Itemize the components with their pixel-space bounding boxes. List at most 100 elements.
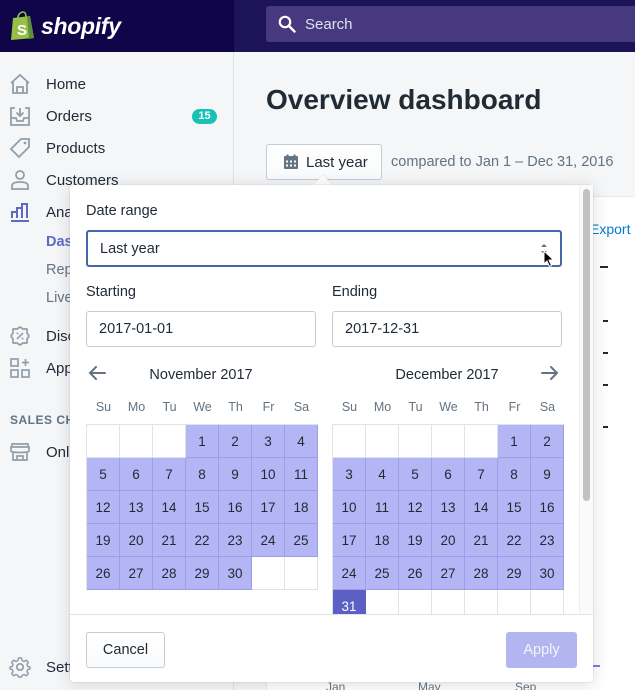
date-range-label: Date range	[86, 203, 158, 219]
calendar-day[interactable]: 3	[333, 458, 366, 491]
calendar-day[interactable]: 27	[120, 557, 153, 590]
calendar-day[interactable]: 18	[285, 491, 318, 524]
calendar-day[interactable]: 7	[465, 458, 498, 491]
calendar-day[interactable]: 24	[252, 524, 285, 557]
calendar-day[interactable]: 9	[531, 458, 564, 491]
search-input[interactable]: Search	[266, 6, 635, 42]
weekday-header: Su Mo Tu We Th Fr Sa	[87, 400, 318, 414]
sidebar-item-products[interactable]: Products	[0, 132, 234, 164]
calendar-day[interactable]: 26	[399, 557, 432, 590]
calendar-day[interactable]: 8	[186, 458, 219, 491]
calendar-day[interactable]: 15	[498, 491, 531, 524]
calendar-day[interactable]: 21	[465, 524, 498, 557]
calendar-day[interactable]: 2	[219, 425, 252, 458]
weekday-label: Fr	[262, 400, 275, 414]
calendar-empty-cell	[252, 557, 285, 590]
scrollbar-thumb[interactable]	[583, 189, 590, 501]
calendar-day[interactable]: 5	[87, 458, 120, 491]
weekday-header: Su Mo Tu We Th Fr Sa	[333, 400, 564, 414]
weekday-label: We	[439, 400, 458, 414]
weekday-label: Fr	[508, 400, 521, 414]
calendar-day[interactable]: 20	[120, 524, 153, 557]
calendar-day[interactable]: 30	[219, 557, 252, 590]
calendar-day[interactable]: 23	[531, 524, 564, 557]
calendar-day[interactable]: 22	[498, 524, 531, 557]
discount-icon	[10, 326, 30, 346]
popover-footer: Cancel Apply	[70, 614, 593, 682]
svg-text:S: S	[17, 22, 27, 39]
comparison-text: compared to Jan 1 – Dec 31, 2016	[391, 154, 614, 170]
calendar-day[interactable]: 1	[186, 425, 219, 458]
cancel-button[interactable]: Cancel	[86, 632, 165, 668]
calendar-day[interactable]: 30	[531, 557, 564, 590]
calendar-day[interactable]: 19	[399, 524, 432, 557]
calendar-empty-cell	[465, 425, 498, 458]
starting-date-input[interactable]: 2017-01-01	[86, 311, 316, 347]
calendar-day[interactable]: 2	[531, 425, 564, 458]
calendar-day[interactable]: 10	[333, 491, 366, 524]
calendar-day[interactable]: 5	[399, 458, 432, 491]
calendar-day[interactable]: 13	[120, 491, 153, 524]
calendar-day[interactable]: 17	[252, 491, 285, 524]
calendar-icon	[284, 154, 298, 169]
calendar-day[interactable]: 11	[366, 491, 399, 524]
calendar-day[interactable]: 21	[153, 524, 186, 557]
shopify-bag-icon: S	[11, 11, 34, 40]
calendar-day[interactable]: 12	[87, 491, 120, 524]
calendar-day[interactable]: 1	[498, 425, 531, 458]
popover-scrollbar[interactable]	[579, 185, 593, 614]
calendar-day[interactable]: 9	[219, 458, 252, 491]
calendar-day[interactable]: 28	[465, 557, 498, 590]
sidebar-item-home[interactable]: Home	[0, 68, 234, 100]
calendar-day[interactable]: 12	[399, 491, 432, 524]
search-icon	[278, 15, 296, 33]
calendar-day[interactable]: 15	[186, 491, 219, 524]
calendar-day[interactable]: 11	[285, 458, 318, 491]
sidebar-item-label: Orders	[46, 107, 92, 125]
calendar-day[interactable]: 14	[153, 491, 186, 524]
calendar-day[interactable]: 13	[432, 491, 465, 524]
calendar-day[interactable]: 8	[498, 458, 531, 491]
calendar-day[interactable]: 20	[432, 524, 465, 557]
shopify-logo[interactable]: S shopify	[0, 0, 234, 52]
date-range-popover: Date range Last year Starting Ending 201…	[70, 185, 593, 682]
ending-date-input[interactable]: 2017-12-31	[332, 311, 562, 347]
date-range-select[interactable]: Last year	[86, 230, 562, 267]
calendar-day[interactable]: 28	[153, 557, 186, 590]
calendar-day[interactable]: 24	[333, 557, 366, 590]
calendar-day[interactable]: 23	[219, 524, 252, 557]
gear-icon	[9, 657, 31, 678]
sidebar-item-label: Products	[46, 139, 106, 157]
calendar-day[interactable]: 25	[366, 557, 399, 590]
page-title: Overview dashboard	[266, 84, 542, 115]
calendar-day[interactable]: 29	[186, 557, 219, 590]
calendar-day[interactable]: 14	[465, 491, 498, 524]
calendar-day[interactable]: 16	[531, 491, 564, 524]
calendar-day[interactable]: 26	[87, 557, 120, 590]
apply-button[interactable]: Apply	[506, 632, 577, 668]
calendar-day[interactable]: 6	[120, 458, 153, 491]
calendar-day[interactable]: 18	[366, 524, 399, 557]
date-range-button[interactable]: Last year	[266, 144, 382, 180]
orders-count-badge: 15	[192, 108, 217, 124]
ending-date-value: 2017-12-31	[345, 321, 420, 337]
calendar-day[interactable]: 4	[285, 425, 318, 458]
sidebar-item-orders[interactable]: Orders 15	[0, 100, 234, 132]
calendar-day[interactable]: 22	[186, 524, 219, 557]
export-link[interactable]: Export	[590, 221, 630, 237]
calendar-day[interactable]: 16	[219, 491, 252, 524]
weekday-label: Sa	[539, 400, 556, 414]
calendar-day[interactable]: 17	[333, 524, 366, 557]
calendar-day[interactable]: 4	[366, 458, 399, 491]
calendar-day[interactable]: 10	[252, 458, 285, 491]
weekday-label: Su	[341, 400, 358, 414]
calendar-day[interactable]: 6	[432, 458, 465, 491]
calendar-day[interactable]: 3	[252, 425, 285, 458]
analytics-icon	[11, 203, 29, 222]
calendar-empty-cell	[399, 425, 432, 458]
calendar-day[interactable]: 29	[498, 557, 531, 590]
calendar-day[interactable]: 7	[153, 458, 186, 491]
calendar-day[interactable]: 19	[87, 524, 120, 557]
calendar-day[interactable]: 25	[285, 524, 318, 557]
calendar-day[interactable]: 27	[432, 557, 465, 590]
